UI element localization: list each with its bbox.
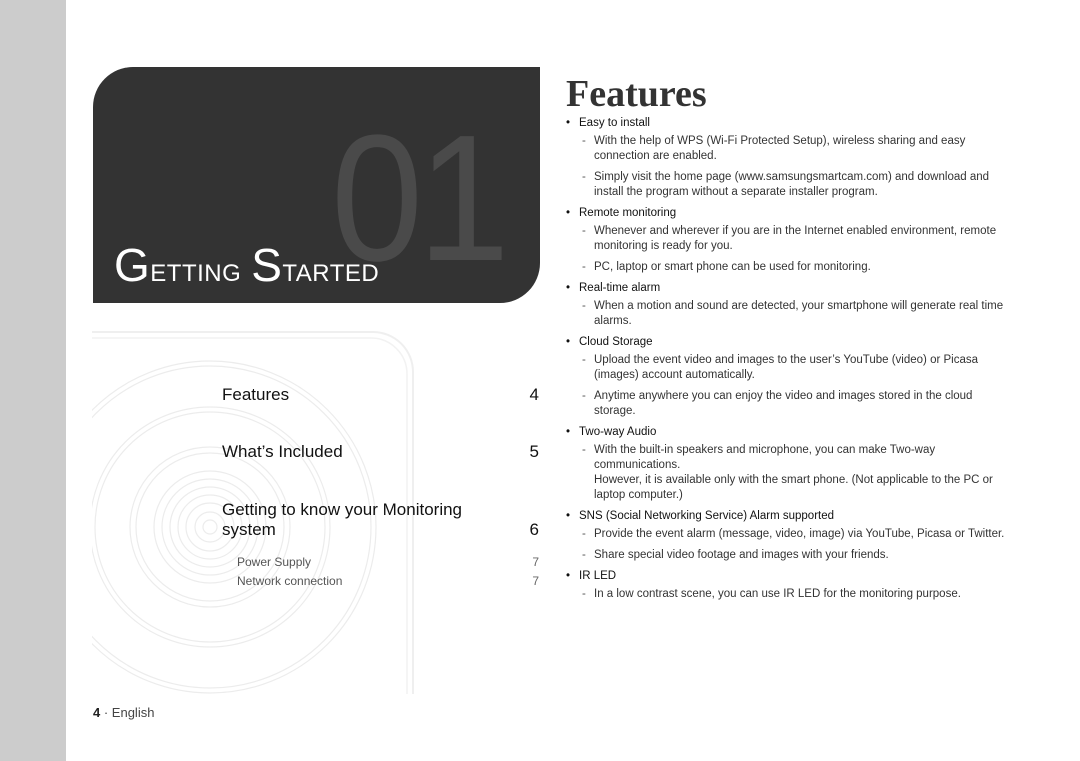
feature-heading: • Cloud Storage <box>566 335 1006 350</box>
chapter-title-initial-2: S <box>251 239 283 291</box>
chapter-title-rest-2: tarted <box>282 251 380 289</box>
feature-point-text: With the built-in speakers and microphon… <box>594 444 936 471</box>
footer-separator: · <box>100 705 112 720</box>
feature-point-text: Share special video footage and images w… <box>594 549 889 561</box>
dash-icon: - <box>582 354 586 366</box>
feature-cloud-storage: • Cloud Storage - Upload the event video a… <box>566 335 1006 419</box>
dash-icon: - <box>582 390 586 402</box>
dash-icon: - <box>582 171 586 183</box>
dash-icon: - <box>582 444 586 456</box>
feature-point: - In a low contrast scene, you can use IR… <box>566 587 1006 602</box>
toc-subentry-label: Network connection <box>237 574 343 588</box>
toc-entry-label: Features <box>222 385 290 404</box>
dash-icon: - <box>582 528 586 540</box>
feature-heading-text: Remote monitoring <box>579 207 677 219</box>
feature-remote-monitoring: • Remote monitoring - Whenever and whereve… <box>566 206 1006 275</box>
feature-point: - Whenever and wherever if you are in the… <box>566 224 1006 254</box>
bullet-icon: • <box>566 570 571 582</box>
dash-icon: - <box>582 261 586 273</box>
feature-point-text: PC, laptop or smart phone can be used fo… <box>594 261 871 273</box>
toc-subentry-network-connection[interactable]: Network connection 7 <box>222 574 542 589</box>
footer-language: English <box>111 705 155 720</box>
bullet-icon: • <box>566 426 571 438</box>
feature-point: - When a motion and sound are detected, y… <box>566 299 1006 329</box>
toc-subentry-page: 7 <box>532 574 539 588</box>
feature-heading: • Real-time alarm <box>566 281 1006 296</box>
feature-point: - With the built-in speakers and micropho… <box>566 443 1006 473</box>
feature-point-continuation: However, it is available only with the s… <box>566 473 1006 503</box>
feature-point: - Simply visit the home page (www.samsung… <box>566 170 1006 200</box>
section-title: Features <box>566 73 707 115</box>
features-list: • Easy to install - With the help of WPS (… <box>566 116 1006 608</box>
feature-point-text: When a motion and sound are detected, yo… <box>594 300 1004 327</box>
feature-heading-text: IR LED <box>579 570 617 582</box>
toc-entry-page: 5 <box>529 442 539 461</box>
toc-subentry-label: Power Supply <box>237 555 312 569</box>
feature-easy-install: • Easy to install - With the help of WPS (… <box>566 116 1006 200</box>
feature-point-text: Simply visit the home page (www.samsungs… <box>594 171 990 198</box>
toc-entry-page: 4 <box>529 385 539 404</box>
bullet-icon: • <box>566 207 571 219</box>
chapter-title-rest-1: etting <box>150 251 242 289</box>
toc-entry-whats-included[interactable]: What’s Included 5 <box>222 442 542 462</box>
feature-two-way-audio: • Two-way Audio - With the built-in speake… <box>566 425 1006 503</box>
feature-point: - PC, laptop or smart phone can be used f… <box>566 260 1006 275</box>
bullet-icon: • <box>566 510 571 522</box>
toc-entry-label-line1: Getting to know your Monitoring <box>222 500 463 519</box>
toc-entry-features[interactable]: Features 4 <box>222 385 542 405</box>
feature-point-text: Provide the event alarm (message, video,… <box>594 528 1005 540</box>
feature-point: - Anytime anywhere you can enjoy the vide… <box>566 389 1006 419</box>
chapter-header-box: 01 Getting Started <box>93 67 540 303</box>
dash-icon: - <box>582 549 586 561</box>
dash-icon: - <box>582 300 586 312</box>
bullet-icon: • <box>566 117 571 129</box>
bullet-icon: • <box>566 282 571 294</box>
feature-sns-alarm: • SNS (Social Networking Service) Alarm s… <box>566 509 1006 563</box>
toc-entry-label: What’s Included <box>222 442 343 461</box>
bullet-icon: • <box>566 336 571 348</box>
dash-icon: - <box>582 225 586 237</box>
toc-subentry-power-supply[interactable]: Power Supply 7 <box>222 555 542 570</box>
feature-heading-text: SNS (Social Networking Service) Alarm su… <box>579 510 835 522</box>
feature-heading-text: Two-way Audio <box>579 426 657 438</box>
feature-heading: • Easy to install <box>566 116 1006 131</box>
feature-heading: • Remote monitoring <box>566 206 1006 221</box>
feature-heading: • SNS (Social Networking Service) Alarm s… <box>566 509 1006 524</box>
feature-heading-text: Easy to install <box>579 117 650 129</box>
feature-point-text: Anytime anywhere you can enjoy the video… <box>594 390 973 417</box>
toc-entry-label-line2: system <box>222 520 276 539</box>
feature-point-text: With the help of WPS (Wi-Fi Protected Se… <box>594 135 966 162</box>
feature-point-text: Upload the event video and images to the… <box>594 354 979 381</box>
feature-point: - Share special video footage and images … <box>566 548 1006 563</box>
feature-heading-text: Real-time alarm <box>579 282 661 294</box>
feature-ir-led: • IR LED - In a low contrast scene, you ca… <box>566 569 1006 602</box>
feature-point-text: However, it is available only with the s… <box>594 474 993 501</box>
chapter-title-initial-1: G <box>114 239 151 291</box>
feature-heading: • Two-way Audio <box>566 425 1006 440</box>
feature-real-time-alarm: • Real-time alarm - When a motion and soun… <box>566 281 1006 329</box>
feature-point-text: Whenever and wherever if you are in the … <box>594 225 997 252</box>
page-footer: 4 · English <box>93 705 154 720</box>
feature-heading: • IR LED <box>566 569 1006 584</box>
feature-point-text: In a low contrast scene, you can use IR … <box>594 588 961 600</box>
feature-point: - Provide the event alarm (message, video… <box>566 527 1006 542</box>
page-edge-bar <box>0 0 66 761</box>
dash-icon: - <box>582 135 586 147</box>
toc-entry-page: 6 <box>529 520 539 539</box>
ring <box>202 519 218 535</box>
feature-point: - With the help of WPS (Wi-Fi Protected S… <box>566 134 1006 164</box>
dash-icon: - <box>582 588 586 600</box>
toc-entry-getting-to-know[interactable]: Getting to know your Monitoring system 6 <box>222 500 542 540</box>
ring <box>194 511 226 543</box>
toc-subentry-page: 7 <box>532 555 539 569</box>
chapter-title: Getting Started <box>114 242 380 292</box>
feature-heading-text: Cloud Storage <box>579 336 653 348</box>
feature-point: - Upload the event video and images to th… <box>566 353 1006 383</box>
